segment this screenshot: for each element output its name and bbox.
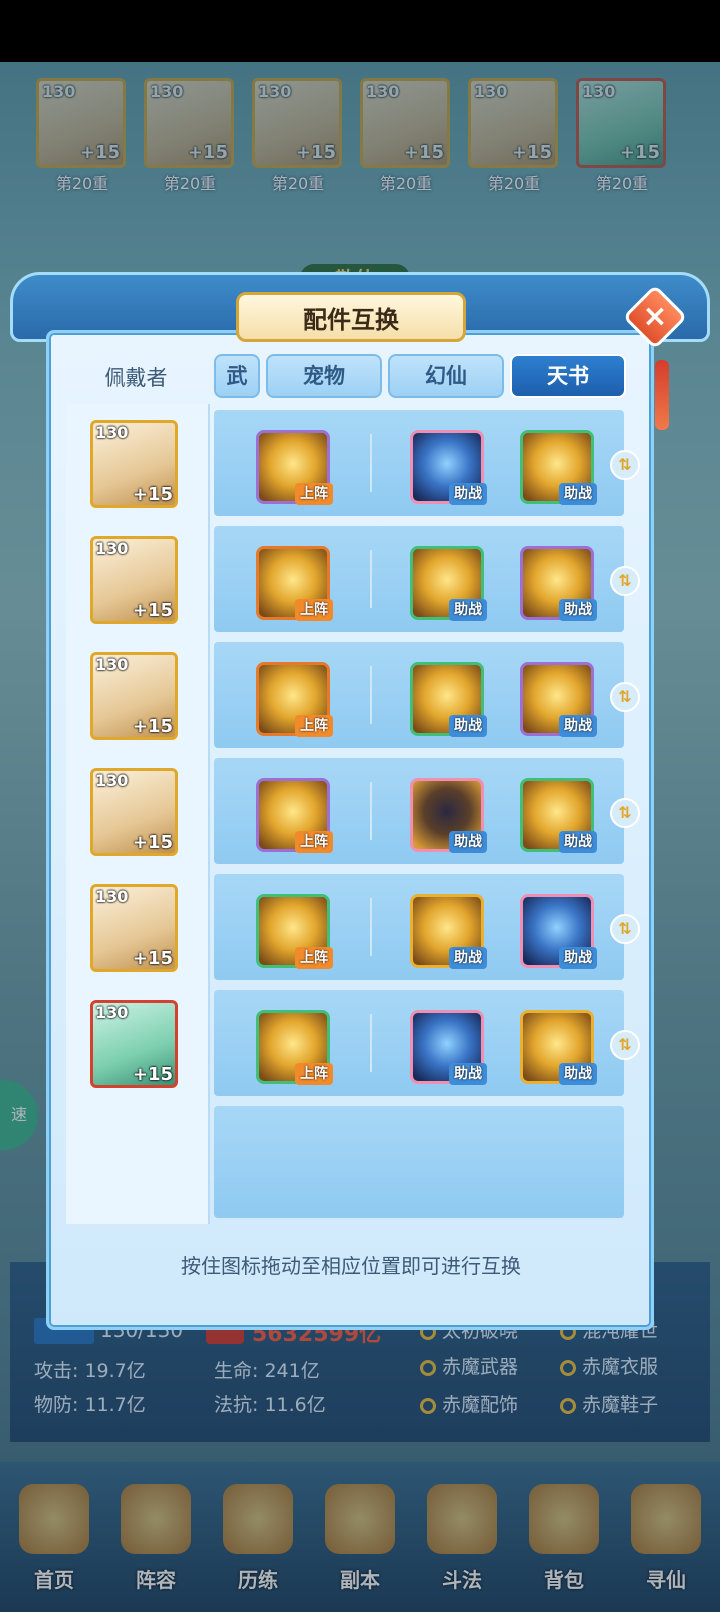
support-badge: 助战 xyxy=(559,483,597,505)
tab-pet[interactable]: 宠物 xyxy=(266,354,382,398)
support-badge: 助战 xyxy=(449,599,487,621)
support-badge: 助战 xyxy=(449,1063,487,1085)
swap-row: 上阵 助战 助战 ⇅ xyxy=(214,410,640,516)
row-divider xyxy=(370,1014,372,1072)
swap-row: 上阵 助战 助战 ⇅ xyxy=(214,758,640,864)
support-badge: 助战 xyxy=(559,599,597,621)
row-divider xyxy=(370,898,372,956)
support-slot-item[interactable]: 助战 xyxy=(520,1010,597,1085)
wearer-plus: +15 xyxy=(132,716,173,737)
swap-row: 上阵 助战 助战 ⇅ xyxy=(214,526,640,632)
wearer-plus: +15 xyxy=(132,832,173,853)
wearer-avatar: 130 +15 xyxy=(90,536,178,624)
tassel-decoration xyxy=(655,360,669,430)
deploy-badge: 上阵 xyxy=(295,947,333,969)
deploy-badge: 上阵 xyxy=(295,599,333,621)
tab-weapon[interactable]: 武 xyxy=(214,354,260,398)
support-slot-item[interactable]: 助战 xyxy=(410,1010,487,1085)
close-icon: × xyxy=(642,299,668,334)
deploy-badge: 上阵 xyxy=(295,1063,333,1085)
support-slot-item[interactable]: 助战 xyxy=(410,662,487,737)
support-slot-item[interactable]: 助战 xyxy=(520,894,597,969)
main-slot-item[interactable]: 上阵 xyxy=(256,778,333,853)
support-slot-item[interactable]: 助战 xyxy=(520,430,597,505)
support-badge: 助战 xyxy=(559,947,597,969)
wearer-plus: +15 xyxy=(132,600,173,621)
main-slot-item[interactable]: 上阵 xyxy=(256,546,333,621)
wearer-level: 130 xyxy=(95,1003,129,1022)
support-slot-item[interactable]: 助战 xyxy=(520,778,597,853)
wearer-plus: +15 xyxy=(132,1064,173,1085)
deploy-badge: 上阵 xyxy=(295,715,333,737)
support-slot-item[interactable]: 助战 xyxy=(410,546,487,621)
deploy-badge: 上阵 xyxy=(295,483,333,505)
support-badge: 助战 xyxy=(449,947,487,969)
support-badge: 助战 xyxy=(449,483,487,505)
support-slot-item[interactable]: 助战 xyxy=(410,778,487,853)
main-slot-item[interactable]: 上阵 xyxy=(256,662,333,737)
wearer-level: 130 xyxy=(95,771,129,790)
tab-phantom[interactable]: 幻仙 xyxy=(388,354,504,398)
status-bar xyxy=(0,0,720,62)
support-badge: 助战 xyxy=(559,831,597,853)
dialog-title: 配件互换 xyxy=(236,292,466,342)
empty-row xyxy=(214,1106,624,1218)
swap-icon[interactable]: ⇅ xyxy=(610,566,640,596)
support-slot-item[interactable]: 助战 xyxy=(520,546,597,621)
deploy-badge: 上阵 xyxy=(295,831,333,853)
wearer-avatar: 130 +15 xyxy=(90,652,178,740)
row-divider xyxy=(370,666,372,724)
wearer-level: 130 xyxy=(95,655,129,674)
support-badge: 助战 xyxy=(559,1063,597,1085)
support-badge: 助战 xyxy=(449,831,487,853)
row-divider xyxy=(370,782,372,840)
tab-bar: 佩戴者 武 宠物 幻仙 天书 xyxy=(66,352,636,402)
wearer-avatar: 130 +15 xyxy=(90,768,178,856)
support-slot-item[interactable]: 助战 xyxy=(410,894,487,969)
support-badge: 助战 xyxy=(449,715,487,737)
wearer-column: 130 +15 130 +15 130 +15 130 +15 130 +15 130 +1… xyxy=(66,404,210,1224)
swap-row: 上阵 助战 助战 ⇅ xyxy=(214,990,640,1096)
main-slot-item[interactable]: 上阵 xyxy=(256,430,333,505)
wearer-header: 佩戴者 xyxy=(104,366,168,390)
swap-icon[interactable]: ⇅ xyxy=(610,914,640,944)
wearer-plus: +15 xyxy=(132,484,173,505)
swap-row: 上阵 助战 助战 ⇅ xyxy=(214,642,640,748)
tab-heavenbook[interactable]: 天书 xyxy=(510,354,626,398)
wearer-plus: +15 xyxy=(132,948,173,969)
wearer-avatar: 130 +15 xyxy=(90,420,178,508)
support-slot-item[interactable]: 助战 xyxy=(520,662,597,737)
swap-icon[interactable]: ⇅ xyxy=(610,450,640,480)
wearer-avatar: 130 +15 xyxy=(90,884,178,972)
drag-hint: 按住图标拖动至相应位置即可进行互换 xyxy=(181,1254,521,1278)
wearer-level: 130 xyxy=(95,887,129,906)
row-divider xyxy=(370,434,372,492)
wearer-level: 130 xyxy=(95,539,129,558)
main-slot-item[interactable]: 上阵 xyxy=(256,894,333,969)
main-slot-item[interactable]: 上阵 xyxy=(256,1010,333,1085)
support-slot-item[interactable]: 助战 xyxy=(410,430,487,505)
swap-icon[interactable]: ⇅ xyxy=(610,1030,640,1060)
swap-icon[interactable]: ⇅ xyxy=(610,798,640,828)
support-badge: 助战 xyxy=(559,715,597,737)
swap-icon[interactable]: ⇅ xyxy=(610,682,640,712)
swap-row: 上阵 助战 助战 ⇅ xyxy=(214,874,640,980)
row-divider xyxy=(370,550,372,608)
wearer-level: 130 xyxy=(95,423,129,442)
wearer-avatar: 130 +15 xyxy=(90,1000,178,1088)
